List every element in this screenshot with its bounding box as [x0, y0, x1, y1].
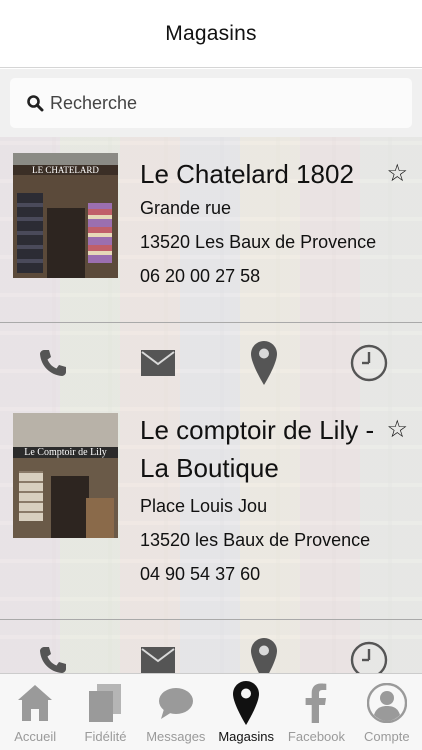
clock-icon	[351, 344, 388, 381]
star-outline-icon[interactable]: ☆	[386, 159, 408, 188]
star-outline-icon[interactable]: ☆	[386, 415, 408, 444]
tab-magasins[interactable]: Magasins	[211, 674, 281, 750]
search-bar	[0, 69, 422, 137]
store-phone: 04 90 54 37 60	[140, 564, 261, 584]
facebook-icon	[306, 683, 327, 723]
store-photo: Le Comptoir de Lily	[13, 413, 118, 538]
tab-label: Compte	[364, 729, 410, 744]
store-photo-sign: LE CHATELARD	[13, 165, 118, 175]
mail-icon	[141, 646, 176, 673]
opening-hours-button[interactable]	[317, 323, 422, 403]
store-actions	[0, 322, 422, 402]
top-bar: Magasins	[0, 0, 422, 68]
store-list[interactable]: LE CHATELARD Le Chatelard 1802 ☆ Grande …	[0, 137, 422, 673]
tab-fidelite[interactable]: Fidélité	[70, 674, 140, 750]
store-name: Le comptoir de Lily - La Boutique	[140, 415, 375, 483]
store-card[interactable]: LE CHATELARD Le Chatelard 1802 ☆ Grande …	[0, 137, 422, 402]
store-info[interactable]: LE CHATELARD Le Chatelard 1802 ☆ Grande …	[0, 137, 422, 322]
store-info[interactable]: Le Comptoir de Lily Le comptoir de Lily …	[0, 403, 422, 619]
email-button[interactable]	[106, 620, 212, 674]
directions-button[interactable]	[211, 620, 317, 673]
bottom-tab-bar: Accueil Fidélité Messages Magasins Faceb…	[0, 673, 422, 750]
user-account-icon	[366, 683, 407, 723]
search-icon	[27, 95, 44, 112]
store-name: Le Chatelard 1802	[140, 159, 354, 189]
home-icon	[18, 685, 53, 721]
tab-label: Fidélité	[84, 729, 127, 744]
directions-button[interactable]	[211, 323, 317, 403]
phone-icon	[39, 349, 66, 376]
location-pin-icon	[233, 681, 260, 725]
store-address: Grande rue	[140, 198, 232, 218]
tab-label: Facebook	[287, 729, 346, 744]
store-card[interactable]: Le Comptoir de Lily Le comptoir de Lily …	[0, 403, 422, 673]
chat-bubble-icon	[158, 688, 193, 719]
tab-label: Messages	[146, 729, 206, 744]
store-city: 13520 les Baux de Provence	[140, 530, 371, 550]
store-address: Place Louis Jou	[140, 496, 268, 516]
tab-compte[interactable]: Compte	[352, 674, 422, 750]
search-box[interactable]	[10, 78, 412, 128]
tab-messages[interactable]: Messages	[141, 674, 211, 750]
tab-label: Magasins	[218, 729, 274, 744]
cards-icon	[89, 684, 122, 722]
location-pin-icon	[250, 637, 277, 673]
call-button[interactable]	[0, 323, 106, 403]
phone-icon	[39, 646, 66, 673]
store-city: 13520 Les Baux de Provence	[140, 232, 377, 252]
email-button[interactable]	[106, 323, 212, 403]
search-input[interactable]	[50, 92, 390, 114]
location-pin-icon	[250, 340, 277, 385]
store-photo-sign: Le Comptoir de Lily	[13, 447, 118, 458]
store-photo: LE CHATELARD	[13, 153, 118, 278]
store-actions	[0, 619, 422, 673]
tab-label: Accueil	[14, 729, 57, 744]
store-phone: 06 20 00 27 58	[140, 266, 261, 286]
mail-icon	[141, 349, 176, 376]
tab-facebook[interactable]: Facebook	[281, 674, 351, 750]
opening-hours-button[interactable]	[317, 620, 422, 673]
clock-icon	[351, 641, 388, 673]
page-title: Magasins	[165, 21, 257, 45]
tab-accueil[interactable]: Accueil	[0, 674, 70, 750]
call-button[interactable]	[0, 620, 106, 674]
